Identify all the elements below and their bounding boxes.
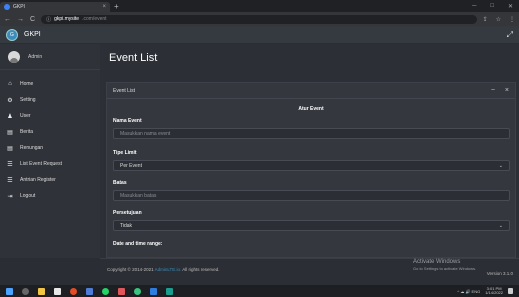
- footer: Copyright © 2014-2021 AdminLTE.io. All r…: [100, 258, 519, 285]
- card-title: Event List: [113, 87, 135, 94]
- share-icon[interactable]: ⇪: [483, 16, 488, 23]
- favicon-icon: [4, 4, 10, 10]
- user-icon: ♟: [7, 113, 13, 120]
- sidebar-item-label: Setting: [20, 97, 36, 103]
- search-icon[interactable]: [22, 287, 29, 295]
- window-controls: ─ □ ✕: [472, 3, 519, 10]
- sidebar-item-renungan[interactable]: ▤ Renungan: [0, 140, 100, 156]
- card-header: Event List − ×: [107, 83, 515, 99]
- browser-tab-bar: GKPI × + ─ □ ✕: [0, 0, 519, 12]
- maximize-icon[interactable]: □: [490, 3, 494, 10]
- persetujuan-label: Persetujuan: [113, 210, 142, 216]
- sidebar-item-label: Renungan: [20, 145, 44, 151]
- url-path: .com/event: [82, 16, 107, 22]
- tray-icons[interactable]: ^ ☁ 🔊 ENG: [457, 289, 480, 294]
- bookmark-star-icon[interactable]: ☆: [496, 16, 501, 23]
- tab-close-icon[interactable]: ×: [102, 4, 106, 10]
- sidebar-item-berita[interactable]: ▤ Berita: [0, 124, 100, 140]
- gear-icon: ⚙: [7, 97, 13, 104]
- event-card: Event List − × Atur Event Nama Event Mas…: [106, 82, 516, 258]
- tab-title: GKPI: [13, 4, 25, 10]
- date-range-label: Date and time range:: [113, 241, 163, 247]
- main-content: Event List Event List − × Atur Event Nam…: [100, 44, 519, 258]
- sidebar-item-home[interactable]: ⌂ Home: [0, 76, 100, 92]
- sidebar-item-label: Berita: [20, 129, 34, 135]
- new-tab-button[interactable]: +: [114, 2, 119, 11]
- avatar: [8, 50, 20, 63]
- sidebar-item-logout[interactable]: ⇥ Logout: [0, 188, 100, 204]
- sidebar-menu: ⌂ Home ⚙ Setting ♟ User ▤ Berita ▤ Renungan ☰…: [0, 70, 100, 204]
- start-icon[interactable]: [6, 287, 13, 295]
- url-host: gkpi.mysite: [54, 16, 80, 22]
- user-panel[interactable]: Admin: [0, 44, 100, 70]
- nama-event-placeholder: Masukkan nama event: [120, 130, 171, 137]
- sidebar: Admin ⌂ Home ⚙ Setting ♟ User ▤ Berita ▤ Renu…: [0, 44, 100, 258]
- book-icon: ▤: [7, 145, 13, 152]
- address-bar[interactable]: ⓘ gkpi.mysite .com/event: [41, 14, 477, 24]
- clock[interactable]: 3:01 PM 1/14/2022: [485, 286, 503, 296]
- sidebar-item-label: Antrian Register: [20, 177, 56, 183]
- sidebar-item-list-event-request[interactable]: ☰ List Event Request: [0, 156, 100, 172]
- file-explorer-icon[interactable]: [38, 287, 45, 295]
- chrome-icon[interactable]: [70, 287, 77, 295]
- clock-date: 1/14/2022: [485, 290, 503, 295]
- tipe-limit-select[interactable]: Per Event ⌄: [113, 160, 510, 171]
- user-name: Admin: [28, 53, 43, 60]
- store-icon[interactable]: [54, 287, 61, 295]
- app-icon[interactable]: [86, 287, 93, 295]
- close-icon[interactable]: ×: [505, 87, 509, 94]
- sidebar-item-label: List Event Request: [20, 161, 62, 167]
- reload-icon[interactable]: C: [30, 16, 35, 23]
- sidebar-item-label: Home: [20, 81, 34, 87]
- batas-placeholder: Masukkan batas: [120, 192, 157, 199]
- chevron-down-icon: ⌄: [498, 162, 503, 169]
- batas-input[interactable]: Masukkan batas: [113, 190, 510, 201]
- list-icon: ☰: [7, 161, 13, 168]
- brand-name[interactable]: GKPI: [24, 31, 41, 38]
- collapse-icon[interactable]: −: [491, 87, 495, 94]
- batas-label: Batas: [113, 180, 127, 186]
- persetujuan-select[interactable]: Tidak ⌄: [113, 220, 510, 231]
- app-icon[interactable]: [134, 287, 141, 295]
- whatsapp-icon[interactable]: [102, 287, 109, 295]
- browser-toolbar: ← → C ⓘ gkpi.mysite .com/event ⇪ ☆ ⋮: [0, 12, 519, 26]
- forward-icon[interactable]: →: [17, 16, 24, 23]
- nama-event-input[interactable]: Masukkan nama event: [113, 128, 510, 139]
- activate-windows-watermark: Activate Windows Go to Settings to activ…: [413, 259, 477, 271]
- page-title: Event List: [109, 52, 158, 64]
- sidebar-item-label: User: [20, 113, 31, 119]
- window-close-icon[interactable]: ✕: [508, 3, 513, 10]
- vscode-icon[interactable]: [150, 287, 157, 295]
- back-icon[interactable]: ←: [4, 16, 11, 23]
- top-navbar: G GKPI ⤢: [0, 26, 519, 44]
- notification-icon[interactable]: [508, 288, 513, 294]
- sidebar-item-setting[interactable]: ⚙ Setting: [0, 92, 100, 108]
- form-title: Atur Event: [298, 106, 324, 112]
- version-label: Version 3.1.0: [486, 271, 513, 276]
- newspaper-icon: ▤: [7, 129, 13, 136]
- copyright-link[interactable]: AdminLTE.io.: [155, 267, 182, 272]
- list-icon: ☰: [7, 177, 13, 184]
- app-icon[interactable]: [166, 287, 173, 295]
- copyright: Copyright © 2014-2021 AdminLTE.io. All r…: [107, 267, 220, 272]
- nama-event-label: Nama Event: [113, 118, 142, 124]
- sidebar-item-antrian-register[interactable]: ☰ Antrian Register: [0, 172, 100, 188]
- chevron-down-icon: ⌄: [498, 222, 503, 229]
- system-tray: ^ ☁ 🔊 ENG 3:01 PM 1/14/2022: [457, 286, 513, 296]
- browser-menu-icon[interactable]: ⋮: [509, 16, 515, 23]
- home-icon: ⌂: [8, 81, 12, 87]
- minimize-icon[interactable]: ─: [472, 3, 476, 10]
- brand-logo[interactable]: G: [6, 28, 18, 41]
- browser-tab[interactable]: GKPI ×: [0, 2, 110, 12]
- fullscreen-icon[interactable]: ⤢: [507, 30, 513, 40]
- windows-taskbar: ^ ☁ 🔊 ENG 3:01 PM 1/14/2022: [0, 285, 519, 297]
- site-info-icon[interactable]: ⓘ: [46, 16, 51, 23]
- tipe-limit-value: Per Event: [120, 162, 142, 169]
- tipe-limit-label: Tipe Limit: [113, 150, 137, 156]
- sidebar-item-label: Logout: [20, 193, 36, 199]
- app-icon[interactable]: [118, 287, 125, 295]
- persetujuan-value: Tidak: [120, 222, 133, 229]
- sidebar-item-user[interactable]: ♟ User: [0, 108, 100, 124]
- logout-icon: ⇥: [7, 193, 13, 200]
